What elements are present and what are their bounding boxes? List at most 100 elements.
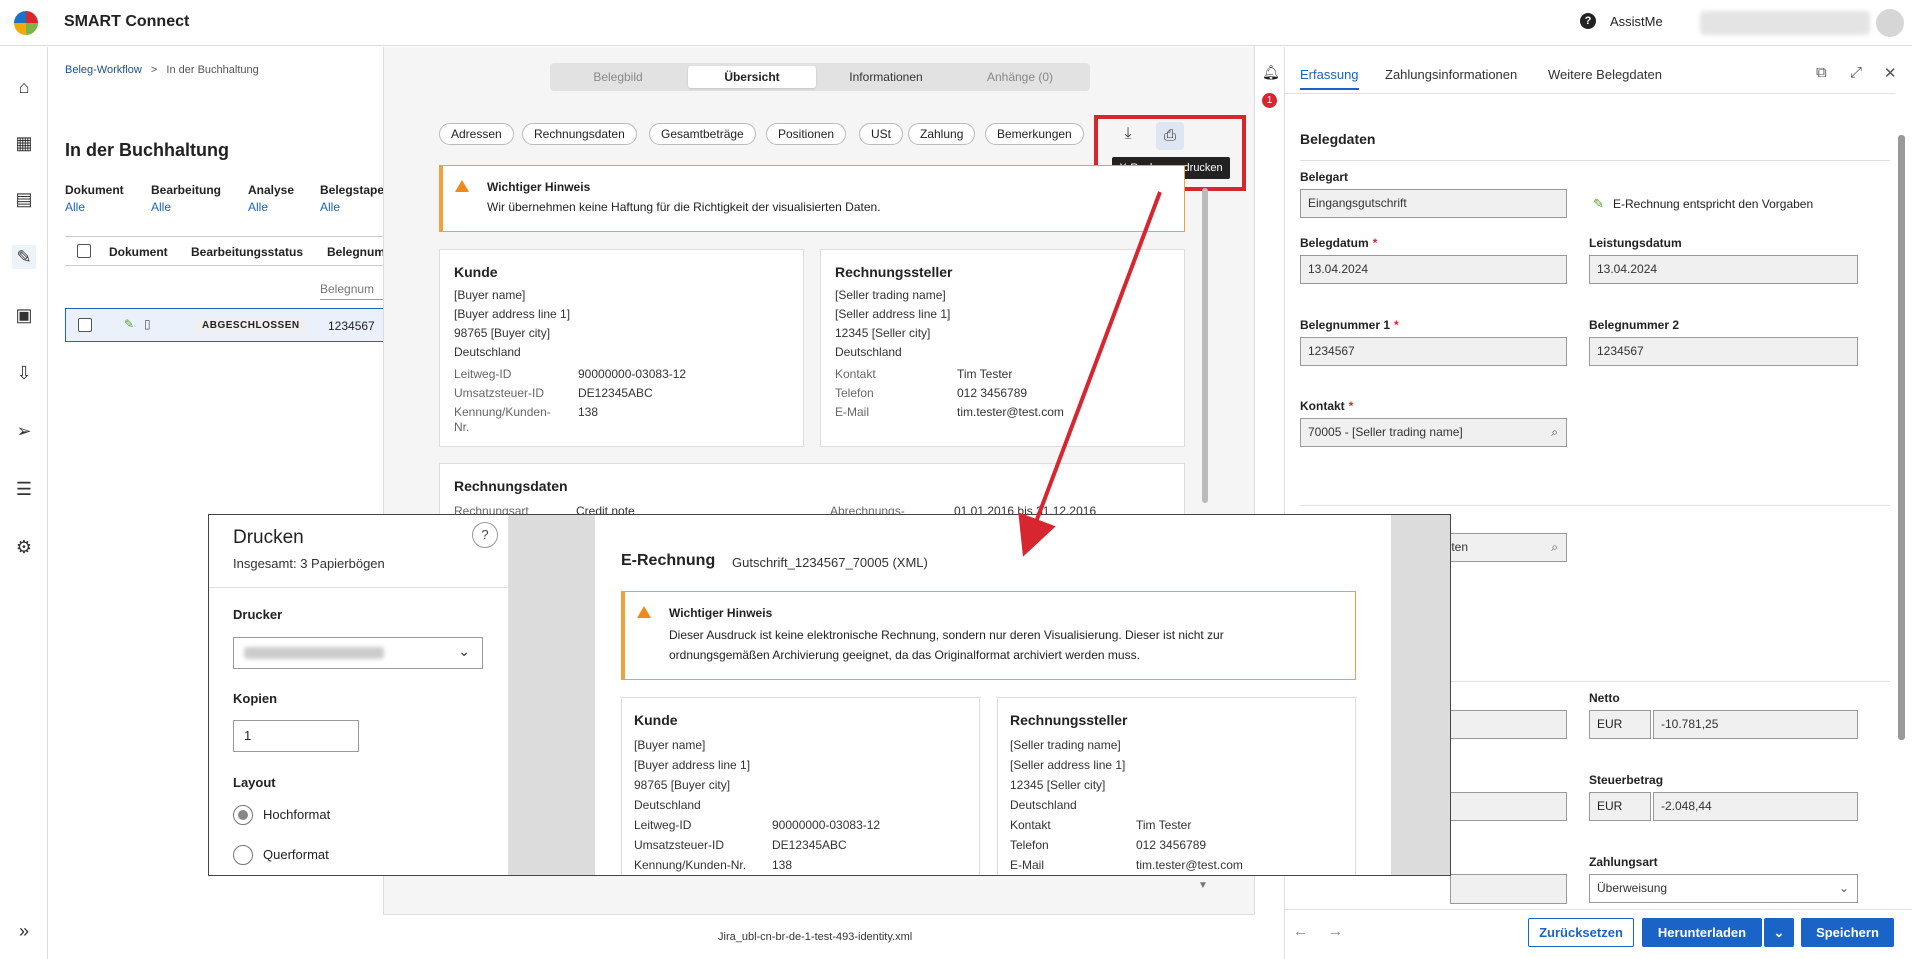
steller-kv-label: Telefon [835,386,874,400]
tax-rate-field[interactable] [1450,792,1567,821]
download-dropdown-button[interactable]: ⌄ [1764,918,1794,947]
previous-arrow-icon[interactable]: ← [1293,923,1308,940]
breadcrumb-root[interactable]: Beleg-Workflow [65,64,142,76]
belegdatum-label: Belegdatum * [1300,236,1378,250]
view-tabs: Belegbild Übersicht Informationen Anhäng… [550,63,1090,91]
pill-ust[interactable]: USt [859,123,904,145]
tab-informationen[interactable]: Informationen [822,66,950,88]
tab-zahlungsinformationen[interactable]: Zahlungsinformationen [1385,67,1517,82]
kontakt-field[interactable]: 70005 - [Seller trading name] ⌕ [1300,418,1567,447]
table-row[interactable]: ✎ ▯ ABGESCHLOSSEN 1234567 [65,308,385,342]
send-icon[interactable]: ➢ [12,419,36,443]
chevron-down-icon[interactable]: ⌄ [1839,875,1849,902]
netto-field[interactable]: -10.781,25 [1653,710,1858,739]
netto-currency[interactable]: EUR [1589,710,1651,739]
steller-kv-label: Kontakt [835,367,876,381]
book-icon[interactable]: ▤ [12,187,36,211]
belegdatum-field[interactable]: 13.04.2024 [1300,255,1567,284]
row-checkbox[interactable] [78,318,92,332]
leistungsdatum-field[interactable]: 13.04.2024 [1589,255,1858,284]
download-button[interactable]: Herunterladen [1642,918,1762,947]
pill-gesamtbetraege[interactable]: Gesamtbeträge [649,123,756,145]
scroll-down-icon[interactable]: ▼ [1198,880,1208,891]
settings-icon[interactable]: ⚙ [12,535,36,559]
chevron-down-icon[interactable]: ⌄ [458,643,470,660]
steller-card: Rechnungssteller [Seller trading name] [… [820,249,1185,447]
tab-belegbild[interactable]: Belegbild [554,66,682,88]
steuer-currency[interactable]: EUR [1589,792,1651,821]
scrollbar[interactable] [1898,135,1905,740]
pill-zahlung[interactable]: Zahlung [908,123,976,145]
document-icon[interactable]: ▣ [12,303,36,327]
kunde-title: Kunde [454,264,498,280]
save-button[interactable]: Speichern [1801,918,1894,947]
pill-bemerkungen[interactable]: Bemerkungen [985,123,1084,145]
filter-analyse[interactable]: Analyse Alle [248,183,294,214]
print-icon[interactable]: ⎙ [1156,122,1184,150]
select-all-checkbox[interactable] [77,244,91,258]
scrollbar[interactable] [1202,188,1208,503]
download-icon[interactable]: ⤓ [1117,125,1139,147]
next-arrow-icon[interactable]: → [1328,923,1343,940]
portrait-label[interactable]: Hochformat [263,807,330,822]
preview-notice-title: Wichtiger Hinweis [669,606,773,620]
printer-select[interactable]: ⌄ [233,637,483,669]
belegnummer2-label: Belegnummer 2 [1589,318,1680,332]
edit-doc-icon: ✎ [124,317,135,331]
portrait-radio[interactable] [233,805,253,825]
warning-icon [637,606,651,618]
help-icon[interactable]: ? [1580,13,1596,29]
grid-icon[interactable]: ▦ [12,131,36,155]
maximize-icon[interactable]: ⤢ [1850,64,1862,81]
avatar[interactable] [1876,9,1904,37]
home-icon[interactable]: ⌂ [12,75,36,99]
tab-anhaenge[interactable]: Anhänge (0) [956,66,1084,88]
steller-kv-value: tim.tester@test.com [957,405,1064,419]
help-icon[interactable]: ? [472,522,498,548]
filter-dokument[interactable]: Dokument Alle [65,183,124,214]
close-icon[interactable]: ✕ [1884,64,1897,82]
filter-belegstape[interactable]: Belegstape Alle [320,183,384,214]
column-status[interactable]: Bearbeitungsstatus [191,245,303,259]
tab-uebersicht[interactable]: Übersicht [688,66,816,88]
landscape-radio[interactable] [233,845,253,865]
tab-weitere-belegdaten[interactable]: Weitere Belegdaten [1548,67,1662,82]
pill-rechnungsdaten[interactable]: Rechnungsdaten [522,123,637,145]
landscape-label[interactable]: Querformat [263,847,329,862]
belegnummer-filter-input[interactable]: Belegnum [320,278,390,300]
copies-input[interactable]: 1 [233,720,359,752]
kontakt-label: Kontakt * [1300,399,1354,413]
assist-me-link[interactable]: AssistMe [1610,14,1663,29]
preview-kunde-card: Kunde [Buyer name] [Buyer address line 1… [621,697,980,875]
search-icon[interactable]: ⌕ [1551,419,1558,446]
column-belegnummer[interactable]: Belegnum [327,245,385,259]
import-icon[interactable]: ⇩ [12,361,36,385]
preview-kv-label: Leitweg-ID [634,818,692,832]
expand-icon[interactable]: » [12,919,36,943]
search-icon[interactable]: ⌕ [1551,534,1558,561]
zahlungsart-select[interactable]: Überweisung ⌄ [1589,874,1858,903]
notes-field[interactable] [1450,874,1567,904]
belegnummer2-field[interactable]: 1234567 [1589,337,1858,366]
table-header: Dokument Bearbeitungsstatus Belegnum [65,236,385,266]
belegnummer1-field[interactable]: 1234567 [1300,337,1567,366]
preview-kv-value: 138 [772,858,793,872]
preview-steller-title: Rechnungssteller [1010,712,1128,728]
bell-icon[interactable]: 🔔︎ [1262,64,1280,81]
open-external-icon[interactable]: ⧉ [1816,64,1827,81]
column-dokument[interactable]: Dokument [109,245,168,259]
pill-adressen[interactable]: Adressen [439,123,514,145]
workflow-icon[interactable]: ✎ [12,245,36,269]
brutto-field[interactable] [1450,710,1567,739]
tab-erfassung[interactable]: Erfassung [1300,67,1359,90]
reset-button[interactable]: Zurücksetzen [1528,918,1634,947]
zahlungsart-label: Zahlungsart [1589,855,1658,869]
pill-positionen[interactable]: Positionen [766,123,847,145]
list-icon[interactable]: ☰ [12,477,36,501]
steuerbetrag-field[interactable]: -2.048,44 [1653,792,1858,821]
preview-kv-value: DE12345ABC [772,838,847,852]
filter-bearbeitung[interactable]: Bearbeitung Alle [151,183,221,214]
belegart-field[interactable]: Eingangsgutschrift [1300,189,1567,218]
steller-line: [Seller trading name] [835,288,946,302]
preview-line: 12345 [Seller city] [1010,778,1106,792]
